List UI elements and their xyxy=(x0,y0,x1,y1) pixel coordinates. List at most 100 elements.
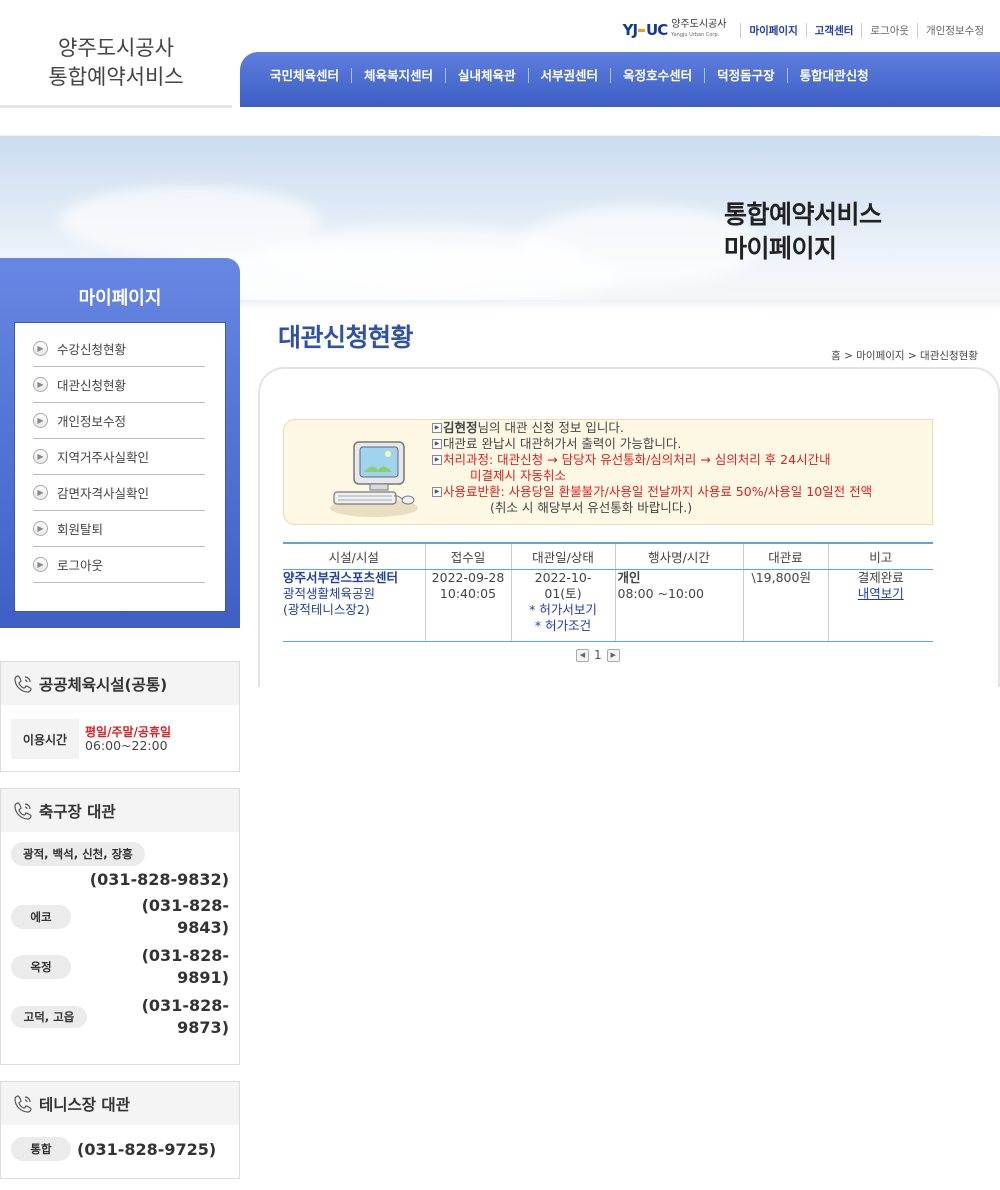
content-top-shadow xyxy=(240,300,1000,310)
notice-line2: 대관료 완납시 대관허가서 출력이 가능합니다. xyxy=(443,436,682,451)
gnb-item-western-center[interactable]: 서부권센터 xyxy=(527,67,611,83)
info-box-title: 공공체육시설(공통) xyxy=(39,675,168,694)
phone-number: (031-828-9843) xyxy=(141,896,229,937)
phone-icon xyxy=(14,1094,32,1113)
info-box-tennis: 테니스장 대관 통합 (031-828-9725) xyxy=(0,1081,240,1179)
sidebar-item-edit-profile[interactable]: ▶ 개인정보수정 xyxy=(33,403,205,439)
hours-label: 이용시간 xyxy=(11,719,79,759)
logo-name: 양주도시공사 xyxy=(671,19,727,30)
area-pill: 에코 xyxy=(11,905,71,929)
sidebar-item-label: 개인정보수정 xyxy=(57,414,127,429)
sidebar-item-label: 로그아웃 xyxy=(57,558,104,573)
sidebar-item-residence-check[interactable]: ▶ 지역거주사실확인 xyxy=(33,439,205,475)
arrow-bullet-icon: ▶ xyxy=(432,423,442,433)
gnb-item-indoor-gym[interactable]: 실내체육관 xyxy=(445,67,528,83)
area-pill: 광적, 백석, 신천, 장흥 xyxy=(11,842,145,866)
notice-line3b: 미결제시 자동취소 xyxy=(470,468,566,483)
rent-date: 2022-10- xyxy=(534,569,592,585)
info-box-header: 테니스장 대관 xyxy=(1,1082,239,1125)
current-page[interactable]: 1 xyxy=(594,648,602,662)
sidebar-item-label: 대관신청현황 xyxy=(57,378,127,393)
notice-line4: 사용료반환: 사용당일 환불불가/사용일 전날까지 사용료 50%/사용일 10… xyxy=(443,484,873,499)
sidebar-item-label: 지역거주사실확인 xyxy=(57,450,150,465)
sidebar-item-discount-check[interactable]: ▶ 감면자격사실확인 xyxy=(33,475,205,511)
phone-number: (031-828-9725) xyxy=(77,1139,217,1159)
top-link-support[interactable]: 고객센터 xyxy=(805,22,862,38)
hours-days: 평일/주말/공휴일 xyxy=(85,725,172,739)
sidebar-item-label: 수강신청현황 xyxy=(57,342,127,357)
pagination: ◀ 1 ▶ xyxy=(576,648,620,662)
facility-sub: (광적테니스장2) xyxy=(283,601,370,617)
permit-condition-link[interactable]: * 허가조건 xyxy=(512,618,615,634)
hours-time: 06:00~22:00 xyxy=(85,738,168,753)
info-box-header: 공공체육시설(공통) xyxy=(1,662,239,705)
sidebar-item-logout[interactable]: ▶ 로그아웃 xyxy=(33,547,205,583)
notice-line3: 처리과정: 대관신청 → 담당자 유선통화/심의처리 → 심의처리 후 24시간… xyxy=(443,452,831,467)
rental-table: 시설/시설 접수일 대관일/상태 행사명/시간 대관료 비고 양주서부권스포츠센… xyxy=(283,542,933,642)
cell-note: 결제완료 내역보기 xyxy=(827,569,933,642)
info-box-title: 테니스장 대관 xyxy=(39,1095,130,1114)
detail-link[interactable]: 내역보기 xyxy=(858,586,904,601)
cell-facility: 양주서부권스포츠센터 광적생활체육공원 (광적테니스장2) xyxy=(283,569,425,642)
chevron-right-icon: ▶ xyxy=(33,521,48,536)
column-header: 대관일/상태 xyxy=(510,542,615,570)
top-link-mypage[interactable]: 마이페이지 xyxy=(740,22,805,38)
prev-page-icon[interactable]: ◀ xyxy=(576,648,589,662)
column-header: 대관료 xyxy=(742,542,828,570)
banner-title-line1: 통합예약서비스 xyxy=(724,200,882,229)
breadcrumb: 홈 > 마이페이지 > 대관신청현황 xyxy=(831,350,978,362)
arrow-bullet-icon: ▶ xyxy=(432,487,442,497)
user-name: 김현정 xyxy=(443,420,478,435)
cell-fee: \19,800원 xyxy=(742,569,828,642)
sidebar-title: 마이페이지 xyxy=(78,288,162,309)
info-box-title: 축구장 대관 xyxy=(39,802,116,821)
gnb-item-okjeong-lake-center[interactable]: 옥정호수센터 xyxy=(610,67,704,83)
permit-view-link[interactable]: * 허가서보기 xyxy=(512,602,615,618)
gnb-item-integrated-rental[interactable]: 통합대관신청 xyxy=(786,67,881,83)
banner-strip xyxy=(0,108,980,136)
column-header: 시설/시설 xyxy=(283,542,425,570)
arrow-bullet-icon: ▶ xyxy=(432,455,442,465)
notice-box: ▶ 김현정 님의 대관 신청 정보 입니다. ▶ 대관료 완납시 대관허가서 출력이 … xyxy=(283,419,933,525)
phone-number: (031-828-9832) xyxy=(89,870,229,889)
notice-text: ▶ 김현정 님의 대관 신청 정보 입니다. ▶ 대관료 완납시 대관허가서 출력이 … xyxy=(432,420,872,516)
site-title[interactable]: 양주도시공사 통합예약서비스 xyxy=(0,34,232,92)
banner-title-line2: 마이페이지 xyxy=(724,234,837,263)
logo-en: Yangju Urban Corp. xyxy=(671,32,720,38)
site-title-line2: 통합예약서비스 xyxy=(48,65,184,89)
arrow-bullet-icon: ▶ xyxy=(432,439,442,449)
chevron-right-icon: ▶ xyxy=(33,449,48,464)
sidebar-menu-box: ▶ 수강신청현황 ▶ 대관신청현황 ▶ 개인정보수정 ▶ 지역거주사실확인 ▶ 감면자격사… xyxy=(14,322,226,612)
top-link-logout[interactable]: 로그아웃 xyxy=(861,22,917,38)
gnb-item-deokjeong-dome[interactable]: 덕정돔구장 xyxy=(704,67,787,83)
gnb-item-national-sports-center[interactable]: 국민체육센터 xyxy=(258,68,351,83)
notice-line4b: (취소 시 해당부서 유선통화 바랍니다.) xyxy=(490,500,693,515)
next-page-icon[interactable]: ▶ xyxy=(606,648,620,662)
payment-status: 결제완료 xyxy=(857,569,904,585)
area-pill: 통합 xyxy=(11,1137,71,1161)
chevron-right-icon: ▶ xyxy=(33,485,48,500)
top-link-edit-profile[interactable]: 개인정보수정 xyxy=(917,22,992,38)
sidebar-item-class-status[interactable]: ▶ 수강신청현황 xyxy=(33,331,205,367)
sidebar-item-withdraw[interactable]: ▶ 회원탈퇴 xyxy=(33,511,205,547)
page-title: 대관신청현황 xyxy=(278,323,414,352)
table-row: 양주서부권스포츠센터 광적생활체육공원 (광적테니스장2) 2022-09-28… xyxy=(283,569,933,642)
table-header-row: 시설/시설 접수일 대관일/상태 행사명/시간 대관료 비고 xyxy=(283,542,933,570)
gnb-item-welfare-center[interactable]: 체육복지센터 xyxy=(351,67,445,83)
yuc-logo-icon: YJ UC xyxy=(622,21,669,39)
sidebar-item-label: 회원탈퇴 xyxy=(57,522,104,537)
chevron-right-icon: ▶ xyxy=(33,557,48,572)
main-navigation: 국민체육센터 체육복지센터 실내체육관 서부권센터 옥정호수센터 덕정돔구장 통… xyxy=(240,52,1000,107)
phone-number: (031-828-9891) xyxy=(141,946,229,987)
event-name: 개인 xyxy=(617,569,641,585)
phone-icon xyxy=(14,674,32,693)
info-box-public-facilities: 공공체육시설(공통) 이용시간 평일/주말/공휴일 06:00~22:00 xyxy=(0,661,240,772)
phone-icon xyxy=(14,801,32,820)
column-header: 비고 xyxy=(827,542,933,570)
phone-number: (031-828-9873) xyxy=(141,996,229,1037)
sidebar-item-rental-status[interactable]: ▶ 대관신청현황 xyxy=(33,367,205,403)
site-title-line1: 양주도시공사 xyxy=(58,36,174,60)
rent-date: 01(토) xyxy=(544,585,582,601)
yangju-logo[interactable]: YJ UC 양주도시공사 Yangju Urban Corp. xyxy=(623,20,727,40)
computer-icon xyxy=(330,441,418,517)
